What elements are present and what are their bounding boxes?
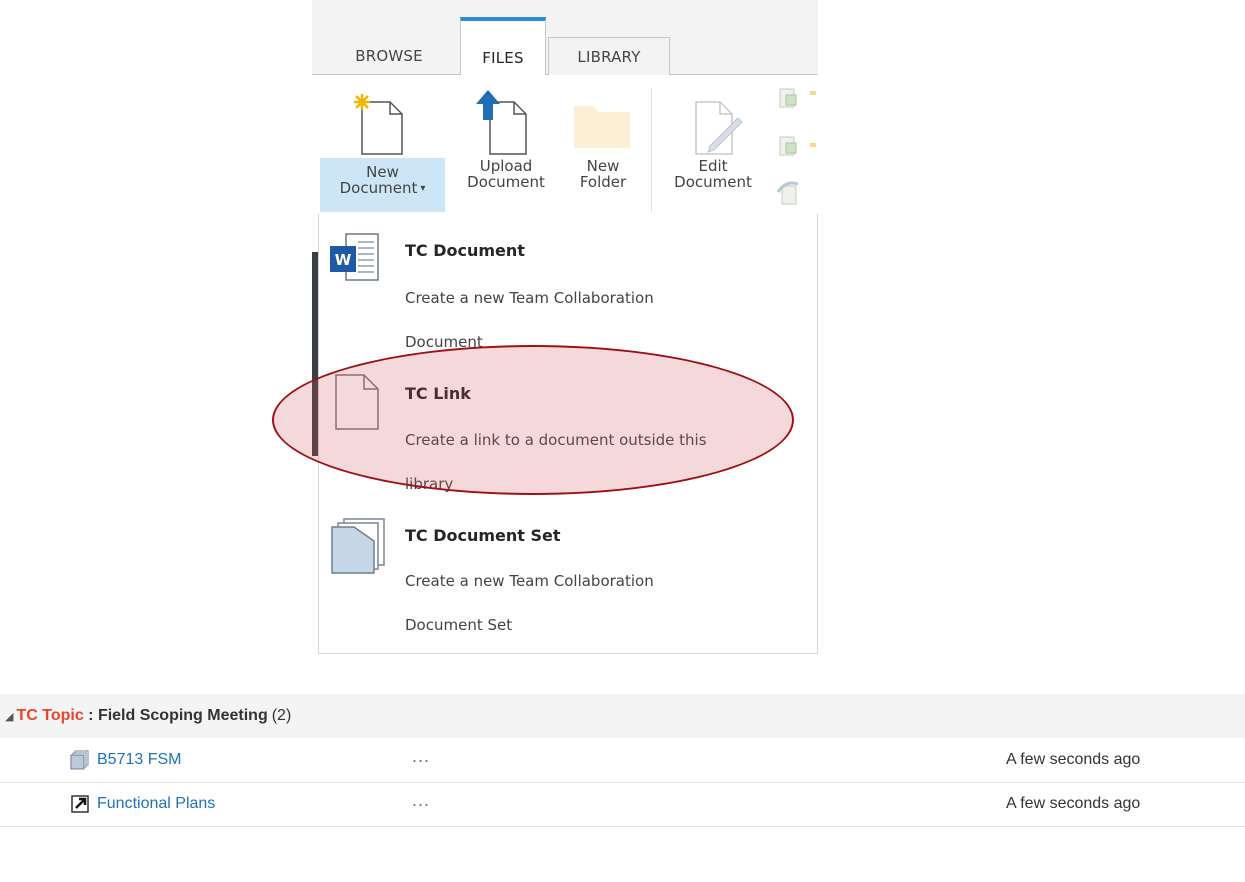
menu-item-description: Create a link to a document outside this… (405, 418, 795, 506)
edit-document-icon (695, 101, 743, 155)
modified-time: A few seconds ago (1006, 795, 1141, 812)
menu-item-description-line2: library (405, 475, 454, 493)
menu-item-description-line1: Create a new Team Collaboration (405, 572, 654, 590)
upload-document-label-line1: Upload (479, 157, 533, 175)
group-name: Field Scoping Meeting (97, 707, 268, 724)
new-folder-button[interactable]: New Folder (568, 158, 638, 190)
tab-library[interactable]: LIBRARY (548, 37, 670, 75)
discard-check-out-icon (776, 181, 799, 205)
modified-time: A few seconds ago (1006, 751, 1141, 768)
document-set-icon (70, 750, 89, 770)
new-folder-label-line1: New (586, 157, 620, 175)
new-folder-icon (574, 106, 630, 148)
chevron-down-icon: ▾ (420, 182, 426, 194)
collapse-triangle-icon[interactable]: ◢ (5, 710, 13, 723)
table-row[interactable]: Functional Plans ... A few seconds ago (0, 782, 1245, 827)
check-out-icon (779, 88, 816, 108)
menu-item-title: TC Document (405, 241, 525, 260)
menu-item-description-line1: Create a link to a document outside this (405, 431, 707, 449)
edit-document-button[interactable]: Edit Document (660, 158, 766, 190)
item-menu-button[interactable]: ... (412, 790, 430, 811)
check-in-icon (779, 136, 816, 156)
menu-item-description: Create a new Team Collaboration Document (405, 276, 795, 364)
blank-page-icon (335, 374, 379, 430)
svg-text:W: W (335, 251, 352, 269)
link-icon (71, 795, 89, 813)
upload-document-button[interactable]: Upload Document (452, 158, 560, 190)
new-document-label-line1: New (366, 163, 399, 181)
tab-browse[interactable]: BROWSE (329, 37, 449, 74)
new-document-label-line2: Document (339, 179, 418, 197)
upload-document-icon (476, 90, 527, 155)
new-document-button[interactable]: New Document ▾ (320, 158, 445, 212)
menu-item-title: TC Document Set (405, 526, 561, 545)
new-folder-label-line2: Folder (579, 173, 627, 191)
word-document-icon: W (330, 233, 379, 281)
menu-item-description: Create a new Team Collaboration Document… (405, 559, 795, 647)
upload-document-label-line2: Document (467, 173, 545, 191)
menu-item-description-line2: Document (405, 333, 483, 351)
group-header[interactable]: ◢ TC Topic : Field Scoping Meeting (2) (0, 694, 1245, 738)
group-separator: : (83, 707, 98, 724)
group-count: (2) (271, 707, 292, 724)
menu-item-description-line1: Create a new Team Collaboration (405, 289, 654, 307)
menu-item-title: TC Link (405, 384, 471, 403)
table-row[interactable]: B5713 FSM ... A few seconds ago (0, 738, 1245, 783)
edit-document-label-line2: Document (674, 173, 752, 191)
item-menu-button[interactable]: ... (412, 746, 430, 767)
ribbon-separator (651, 88, 652, 212)
document-set-icon (331, 518, 385, 574)
menu-item-description-line2: Document Set (405, 616, 513, 634)
edit-document-label-line1: Edit (698, 157, 728, 175)
document-link[interactable]: Functional Plans (97, 795, 215, 813)
group-category: TC Topic (16, 707, 84, 724)
new-document-icon (354, 94, 403, 155)
document-link[interactable]: B5713 FSM (97, 751, 181, 769)
tab-files[interactable]: FILES (460, 17, 546, 75)
